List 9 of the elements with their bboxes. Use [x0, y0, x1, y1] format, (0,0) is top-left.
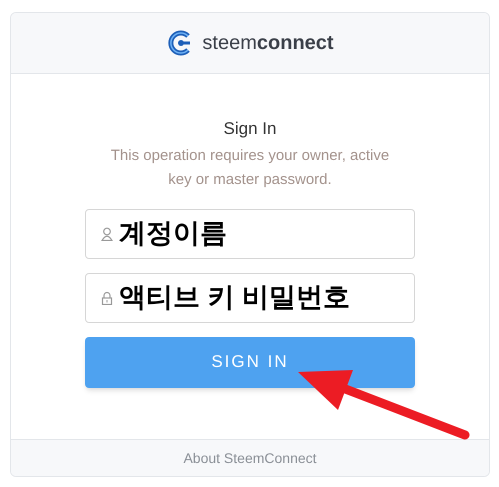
form-title: Sign In	[224, 118, 276, 140]
input-field[interactable]: 액티브 키 비밀번호	[85, 272, 415, 322]
user-icon	[101, 226, 113, 240]
lock-icon	[101, 290, 113, 304]
logo-text: steemconnect	[202, 31, 334, 56]
annotation-text: 액티브 키 비밀번호	[119, 281, 350, 314]
annotation-text: 계정이름	[119, 217, 227, 250]
input-field[interactable]: 계정이름	[85, 208, 415, 258]
description-text: This operation requires your owner, active key or master password.	[110, 146, 390, 190]
